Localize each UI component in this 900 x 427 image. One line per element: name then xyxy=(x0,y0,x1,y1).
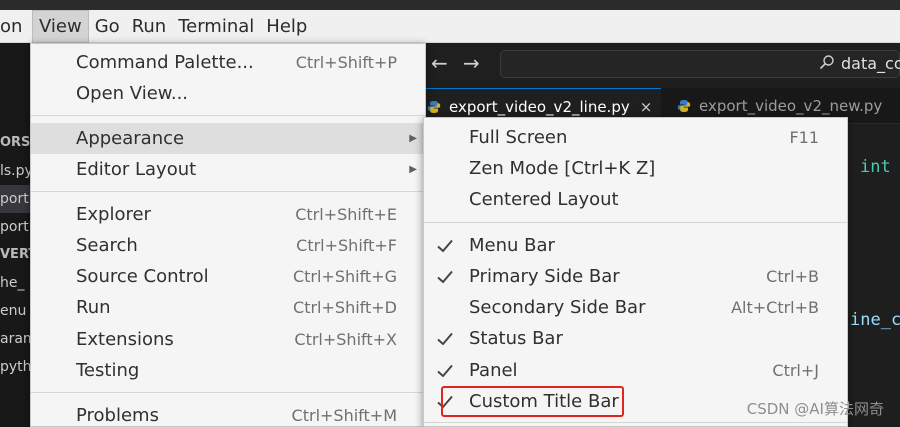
explorer-sidebar: ORS ls.py port port VERT he_ enu aram py… xyxy=(0,43,30,427)
menu-item-panel[interactable]: Panel Ctrl+J xyxy=(424,355,847,386)
sidebar-section-outline[interactable]: VERT xyxy=(0,241,30,269)
arrow-right-icon[interactable]: → xyxy=(463,51,480,75)
menu-item-run[interactable]: Run Ctrl+Shift+D xyxy=(31,292,425,323)
menu-item-testing[interactable]: Testing xyxy=(31,355,425,386)
menu-item-problems[interactable]: Problems Ctrl+Shift+M xyxy=(31,400,425,427)
command-center-search[interactable]: data_co xyxy=(500,50,900,78)
chevron-right-icon: ▶ xyxy=(409,164,417,175)
menu-item-label: Run xyxy=(76,297,111,318)
menu-item-label: Testing xyxy=(76,360,140,381)
appearance-submenu: Full Screen F11 Zen Mode [Ctrl+K Z] Cent… xyxy=(423,117,848,427)
menu-item-label: Extensions xyxy=(76,329,174,350)
view-menu: Command Palette... Ctrl+Shift+P Open Vie… xyxy=(30,43,426,427)
menu-item-primary-side-bar[interactable]: Primary Side Bar Ctrl+B xyxy=(424,261,847,292)
sidebar-file[interactable]: port xyxy=(0,213,30,241)
menu-item-appearance[interactable]: Appearance ▶ xyxy=(31,123,425,154)
sidebar-item[interactable]: aram xyxy=(0,325,30,353)
code-fragment: ine_c xyxy=(850,310,900,330)
menu-item-label: Appearance xyxy=(76,128,185,149)
menu-item-shortcut: Ctrl+Shift+E xyxy=(295,205,397,224)
menu-separator xyxy=(31,392,425,393)
menu-item-secondary-side-bar[interactable]: Secondary Side Bar Alt+Ctrl+B xyxy=(424,292,847,323)
menu-separator xyxy=(31,191,425,192)
menu-item-label: Status Bar xyxy=(469,328,563,349)
menu-bar: on View Go Run Terminal Help xyxy=(0,9,900,43)
menu-item-label: Centered Layout xyxy=(469,189,619,210)
menu-item-shortcut: Ctrl+Shift+X xyxy=(294,330,397,349)
menu-item-shortcut: Ctrl+B xyxy=(766,267,819,286)
menu-separator xyxy=(424,422,847,423)
menu-view[interactable]: View xyxy=(32,9,89,43)
menu-item-zen-mode[interactable]: Zen Mode [Ctrl+K Z] xyxy=(424,153,847,184)
sidebar-file[interactable]: ls.py xyxy=(0,157,30,185)
menu-item-status-bar[interactable]: Status Bar xyxy=(424,323,847,354)
chevron-right-icon: ▶ xyxy=(409,133,417,144)
menu-item-shortcut: Alt+Ctrl+B xyxy=(731,298,819,317)
menu-item-shortcut: Ctrl+Shift+M xyxy=(291,406,397,425)
menu-item-shortcut: Ctrl+J xyxy=(772,361,819,380)
arrow-left-icon[interactable]: ← xyxy=(431,51,448,75)
sidebar-file-selected[interactable]: port xyxy=(0,185,30,213)
menu-item-label: Explorer xyxy=(76,204,151,225)
sidebar-item[interactable]: he_ xyxy=(0,269,30,297)
menu-item-label: Zen Mode [Ctrl+K Z] xyxy=(469,158,656,179)
watermark-text: CSDN @AI算法网奇 xyxy=(746,400,884,418)
menu-terminal[interactable]: Terminal xyxy=(172,10,260,43)
menu-item-search[interactable]: Search Ctrl+Shift+F xyxy=(31,230,425,261)
menu-item-label: Problems xyxy=(76,405,159,426)
python-file-icon xyxy=(677,100,691,112)
menu-item-shortcut: F11 xyxy=(789,128,819,147)
menu-item-extensions[interactable]: Extensions Ctrl+Shift+X xyxy=(31,324,425,355)
menu-item-label: Command Palette... xyxy=(76,52,254,73)
menu-item-explorer[interactable]: Explorer Ctrl+Shift+E xyxy=(31,199,425,230)
menu-item-label: Editor Layout xyxy=(76,159,197,180)
menu-item-label: Full Screen xyxy=(469,127,568,148)
menu-item-full-screen[interactable]: Full Screen F11 xyxy=(424,122,847,153)
menu-item-label: Open View... xyxy=(76,83,189,104)
checkmark-icon xyxy=(437,239,453,252)
checkmark-icon xyxy=(437,364,453,377)
python-file-icon xyxy=(427,100,441,113)
window-top-strip xyxy=(0,0,900,10)
sidebar-item[interactable]: pyth xyxy=(0,353,30,381)
menu-item-command-palette[interactable]: Command Palette... Ctrl+Shift+P xyxy=(31,47,425,78)
menu-item-source-control[interactable]: Source Control Ctrl+Shift+G xyxy=(31,261,425,292)
menu-item-shortcut: Ctrl+Shift+F xyxy=(296,236,397,255)
menu-item-centered-layout[interactable]: Centered Layout xyxy=(424,184,847,215)
menu-item-shortcut: Ctrl+Shift+P xyxy=(295,53,397,72)
tab-label: export_video_v2_line.py xyxy=(449,97,630,116)
menu-item-label: Menu Bar xyxy=(469,235,555,256)
menu-item-label: Panel xyxy=(469,360,518,381)
menu-separator xyxy=(424,222,847,223)
menu-run[interactable]: Run xyxy=(126,10,173,43)
code-keyword: int xyxy=(860,157,891,177)
menu-item-shortcut: Ctrl+Shift+D xyxy=(293,298,397,317)
menu-help[interactable]: Help xyxy=(260,10,313,43)
search-text: data_co xyxy=(841,54,900,73)
checkmark-icon xyxy=(437,270,453,283)
sidebar-item[interactable]: enu xyxy=(0,297,30,325)
sidebar-section-editors[interactable]: ORS xyxy=(0,129,30,157)
close-icon[interactable]: × xyxy=(640,98,653,116)
menu-item-label: Search xyxy=(76,235,138,256)
menu-item-editor-layout[interactable]: Editor Layout ▶ xyxy=(31,154,425,185)
menu-item-label: Secondary Side Bar xyxy=(469,297,646,318)
tab-label: export_video_v2_new.py xyxy=(699,97,883,115)
menu-selection[interactable]: on xyxy=(0,10,30,43)
menu-go[interactable]: Go xyxy=(89,10,126,43)
checkmark-icon xyxy=(437,332,453,345)
menu-item-menu-bar[interactable]: Menu Bar xyxy=(424,230,847,261)
highlight-annotation-box xyxy=(441,386,624,417)
menu-separator xyxy=(31,115,425,116)
search-icon xyxy=(819,55,834,70)
menu-item-label: Primary Side Bar xyxy=(469,266,620,287)
menu-item-label: Source Control xyxy=(76,266,209,287)
menu-item-shortcut: Ctrl+Shift+G xyxy=(292,267,397,286)
menu-item-open-view[interactable]: Open View... xyxy=(31,78,425,109)
